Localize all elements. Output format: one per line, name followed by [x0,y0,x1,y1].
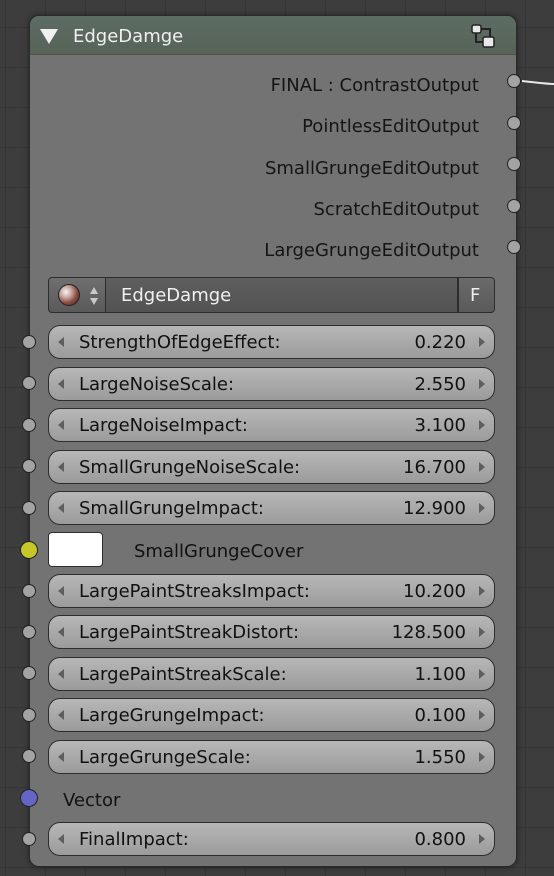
field-value: 10.200 [403,581,466,602]
input-socket-small-grunge-impact[interactable] [22,501,36,515]
decrement-arrow-icon[interactable] [58,834,64,844]
field-label: StrengthOfEdgeEffect: [79,332,281,353]
large-grunge-scale-field[interactable]: LargeGrungeScale: 1.550 [48,740,495,774]
output-socket-scratch-edit[interactable] [507,199,521,213]
input-socket-large-grunge-impact[interactable] [22,708,36,722]
field-label: LargePaintStreakDistort: [79,622,300,643]
increment-arrow-icon[interactable] [479,462,485,472]
input-socket-large-noise-scale[interactable] [22,376,36,390]
large-paint-streaks-impact-field[interactable]: LargePaintStreaksImpact: 10.200 [48,574,495,608]
increment-arrow-icon[interactable] [479,379,485,389]
input-socket-small-grunge-noise-scale[interactable] [22,459,36,473]
large-grunge-impact-field[interactable]: LargeGrungeImpact: 0.100 [48,698,495,732]
up-down-arrows-icon [90,287,98,305]
input-socket-large-paint-streak-scale[interactable] [22,666,36,680]
increment-arrow-icon[interactable] [479,669,485,679]
field-label: SmallGrungeNoiseScale: [79,457,301,478]
field-value: 0.800 [414,829,466,850]
field-value: 0.100 [414,705,466,726]
group-node-edgedamge[interactable]: EdgeDamge FINAL : ContrastOutput Pointle… [29,15,517,867]
decrement-arrow-icon[interactable] [58,420,64,430]
node-group-icon[interactable] [470,23,498,49]
field-value: 2.550 [414,374,466,395]
decrement-arrow-icon[interactable] [58,710,64,720]
increment-arrow-icon[interactable] [479,627,485,637]
field-label: FinalImpact: [79,829,189,850]
output-socket-large-grunge-edit[interactable] [507,240,521,254]
field-label: LargeNoiseScale: [79,374,235,395]
field-value: 12.900 [403,498,466,519]
output-socket-pointless-edit[interactable] [507,116,521,130]
input-socket-final-impact[interactable] [22,832,36,846]
increment-arrow-icon[interactable] [479,420,485,430]
small-grunge-noise-scale-field[interactable]: SmallGrungeNoiseScale: 16.700 [48,450,495,484]
large-noise-impact-field[interactable]: LargeNoiseImpact: 3.100 [48,408,495,442]
field-value: 0.220 [414,332,466,353]
input-socket-large-noise-impact[interactable] [22,418,36,432]
decrement-arrow-icon[interactable] [58,379,64,389]
small-grunge-cover-label: SmallGrungeCover [134,541,304,562]
decrement-arrow-icon[interactable] [58,669,64,679]
vector-input-label: Vector [63,790,121,811]
field-value: 1.100 [414,664,466,685]
decrement-arrow-icon[interactable] [58,462,64,472]
decrement-arrow-icon[interactable] [58,627,64,637]
input-socket-small-grunge-cover[interactable] [20,541,38,559]
increment-arrow-icon[interactable] [479,586,485,596]
input-socket-vector[interactable] [20,789,38,807]
group-browse-button[interactable] [48,277,106,313]
decrement-arrow-icon[interactable] [58,503,64,513]
output-socket-final-contrast[interactable] [507,74,521,88]
large-paint-streak-scale-field[interactable]: LargePaintStreakScale: 1.100 [48,657,495,691]
increment-arrow-icon[interactable] [479,337,485,347]
field-value: 128.500 [391,622,466,643]
field-value: 16.700 [403,457,466,478]
strength-of-edge-effect-field[interactable]: StrengthOfEdgeEffect: 0.220 [48,325,495,359]
output-socket-small-grunge-edit[interactable] [507,157,521,171]
field-value: 1.550 [414,747,466,768]
output-small-grunge-edit-label: SmallGrungeEditOutput [264,158,479,179]
node-header[interactable]: EdgeDamge [30,16,516,55]
field-value: 3.100 [414,415,466,436]
increment-arrow-icon[interactable] [479,752,485,762]
small-grunge-cover-color-swatch[interactable] [48,532,103,567]
output-scratch-edit-label: ScratchEditOutput [313,199,480,220]
decrement-arrow-icon[interactable] [58,586,64,596]
fake-user-label: F [470,285,481,306]
group-name-field[interactable]: EdgeDamge [106,277,458,313]
increment-arrow-icon[interactable] [479,834,485,844]
material-ball-icon [58,284,80,306]
field-label: LargeGrungeScale: [79,747,251,768]
decrement-arrow-icon[interactable] [58,337,64,347]
decrement-arrow-icon[interactable] [58,752,64,762]
node-title: EdgeDamge [73,26,184,47]
field-label: LargeGrungeImpact: [79,705,265,726]
field-label: LargePaintStreaksImpact: [79,581,310,602]
triangle-down-icon[interactable] [40,29,58,44]
increment-arrow-icon[interactable] [479,503,485,513]
group-name-text: EdgeDamge [121,285,232,306]
final-impact-field[interactable]: FinalImpact: 0.800 [48,822,495,856]
node-group-selector: EdgeDamge F [48,277,495,313]
field-label: LargeNoiseImpact: [79,415,248,436]
large-paint-streak-distort-field[interactable]: LargePaintStreakDistort: 128.500 [48,615,495,649]
field-label: LargePaintStreakScale: [79,664,287,685]
input-socket-large-grunge-scale[interactable] [22,749,36,763]
output-final-contrast-label: FINAL : ContrastOutput [270,75,479,96]
large-noise-scale-field[interactable]: LargeNoiseScale: 2.550 [48,367,495,401]
increment-arrow-icon[interactable] [479,710,485,720]
input-socket-large-paint-streak-distort[interactable] [22,625,36,639]
field-label: SmallGrungeImpact: [79,498,264,519]
input-socket-strength[interactable] [22,335,36,349]
fake-user-button[interactable]: F [458,277,495,313]
input-socket-large-paint-streaks-impact[interactable] [22,584,36,598]
output-pointless-edit-label: PointlessEditOutput [302,116,479,137]
output-large-grunge-edit-label: LargeGrungeEditOutput [264,240,479,261]
small-grunge-impact-field[interactable]: SmallGrungeImpact: 12.900 [48,491,495,525]
